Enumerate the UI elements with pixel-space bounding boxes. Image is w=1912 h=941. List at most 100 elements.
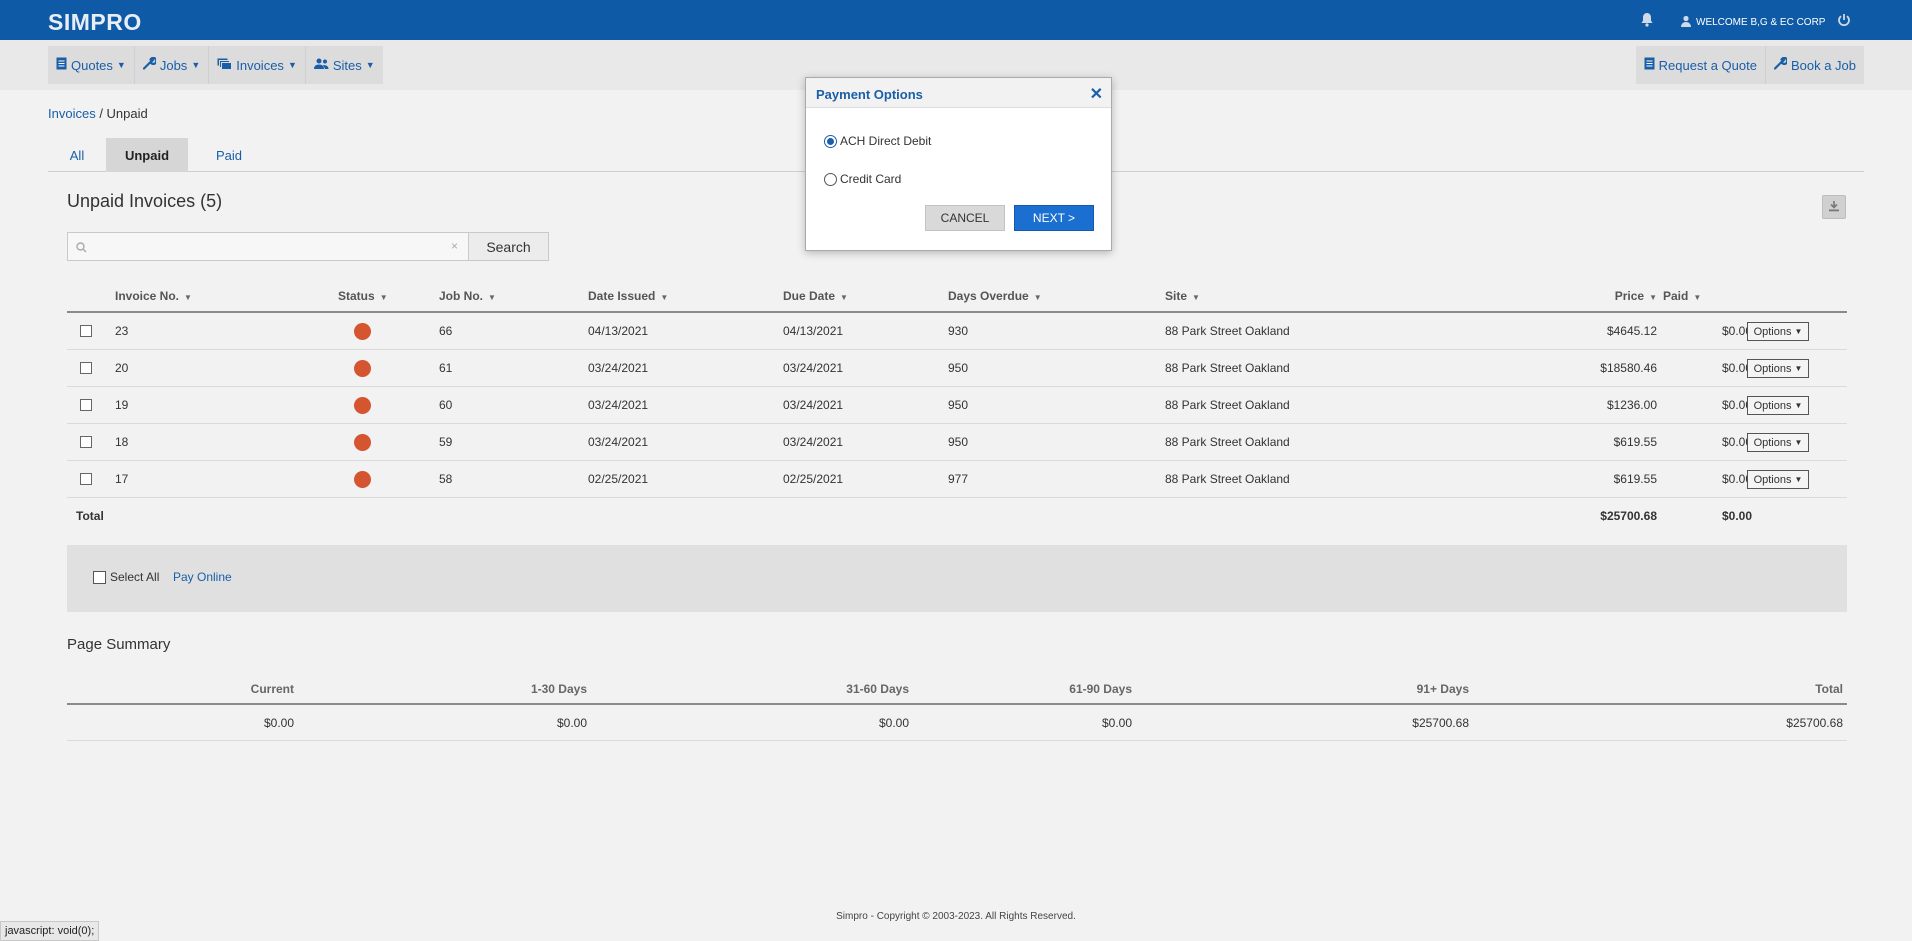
options-button[interactable]: Options ▼ (1747, 322, 1809, 341)
col-price-label: Price (1614, 289, 1645, 303)
paid: $0.00 (1721, 472, 1752, 486)
options-button[interactable]: Options ▼ (1747, 433, 1809, 452)
book-job-link[interactable]: Book a Job (1766, 46, 1864, 84)
row-checkbox[interactable] (80, 362, 92, 374)
col-job-no[interactable]: Job No. ▼ (439, 289, 496, 303)
search-icon (76, 241, 87, 256)
search-input[interactable] (94, 236, 434, 257)
options-button[interactable]: Options ▼ (1747, 470, 1809, 489)
nav-sites[interactable]: Sites ▼ (306, 46, 383, 84)
options-button[interactable]: Options ▼ (1747, 396, 1809, 415)
chevron-down-icon: ▼ (116, 60, 126, 70)
col-date-issued[interactable]: Date Issued ▼ (588, 289, 668, 303)
nav-invoices[interactable]: Invoices ▼ (209, 46, 306, 84)
radio-ach[interactable] (824, 134, 837, 148)
col-date-issued-label: Date Issued (588, 289, 656, 303)
request-quote-label: Request a Quote (1658, 57, 1757, 73)
row-checkbox[interactable] (80, 399, 92, 411)
price: $1236.00 (1606, 398, 1657, 412)
col-invoice-no[interactable]: Invoice No. ▼ (115, 289, 192, 303)
summary-row: $0.00 $0.00 $0.00 $0.00 $25700.68 $25700… (67, 705, 1847, 741)
summary-91plus: $25700.68 (1412, 716, 1469, 730)
invoice-no[interactable]: 18 (115, 435, 128, 449)
chevron-down-icon: ▼ (1794, 364, 1803, 373)
payment-options-dialog: Payment Options ✕ ACH Direct Debit Credi… (805, 77, 1112, 251)
tab-all[interactable]: All (48, 138, 106, 172)
welcome-user[interactable]: WELCOME B,G & EC CORP (1680, 15, 1825, 30)
invoice-no[interactable]: 19 (115, 398, 128, 412)
tab-unpaid[interactable]: Unpaid (106, 138, 188, 172)
col-paid[interactable]: Paid ▼ (1663, 289, 1701, 303)
close-icon[interactable]: ✕ (1090, 84, 1103, 104)
simpro-logo[interactable]: SIMPRO (48, 9, 142, 36)
total-label: Total (76, 509, 104, 523)
download-button[interactable] (1822, 195, 1846, 219)
clear-icon[interactable]: × (451, 239, 458, 253)
search-button[interactable]: Search (468, 232, 549, 261)
site: 88 Park Street Oakland (1165, 324, 1290, 338)
document-icon (1644, 57, 1655, 73)
status-indicator (354, 360, 371, 377)
option-credit-card-label[interactable]: Credit Card (840, 172, 901, 186)
price: $4645.12 (1606, 324, 1657, 338)
paid: $0.00 (1721, 435, 1752, 449)
option-credit-card[interactable]: Credit Card (824, 172, 901, 186)
chevron-down-icon: ▼ (1794, 401, 1803, 410)
money-icon (217, 58, 233, 73)
chevron-down-icon: ▼ (287, 60, 297, 70)
breadcrumb-invoices[interactable]: Invoices (48, 106, 96, 121)
nav-quotes[interactable]: Quotes ▼ (48, 46, 135, 84)
sort-icon: ▼ (1693, 293, 1702, 302)
sort-icon: ▼ (184, 293, 192, 302)
col-job-no-label: Job No. (439, 289, 483, 303)
pay-online-link[interactable]: Pay Online (173, 570, 232, 584)
breadcrumb-separator: / (95, 106, 107, 121)
option-ach-label[interactable]: ACH Direct Debit (840, 134, 931, 148)
date-issued: 02/25/2021 (588, 472, 649, 486)
invoice-no[interactable]: 20 (115, 361, 128, 375)
col-site-label: Site (1165, 289, 1188, 303)
days-overdue: 950 (948, 398, 969, 412)
sort-icon: ▼ (1033, 293, 1042, 302)
paid: $0.00 (1721, 361, 1752, 375)
days-overdue: 930 (948, 324, 969, 338)
users-icon (313, 58, 329, 73)
summary-61-90: $0.00 (1101, 716, 1132, 730)
request-quote-link[interactable]: Request a Quote (1636, 46, 1766, 84)
summary-col-current: Current (250, 682, 294, 696)
row-checkbox[interactable] (80, 436, 92, 448)
col-status-label: Status (338, 289, 375, 303)
nav-jobs[interactable]: Jobs ▼ (135, 46, 210, 84)
summary-current: $0.00 (263, 716, 294, 730)
option-ach[interactable]: ACH Direct Debit (824, 134, 931, 148)
options-button[interactable]: Options ▼ (1747, 359, 1809, 378)
download-icon (1828, 200, 1840, 215)
days-overdue: 977 (948, 472, 969, 486)
bell-icon[interactable] (1640, 12, 1654, 30)
chevron-down-icon: ▼ (1794, 327, 1803, 336)
invoice-no[interactable]: 23 (115, 324, 128, 338)
paid: $0.00 (1721, 398, 1752, 412)
col-site[interactable]: Site ▼ (1165, 289, 1200, 303)
power-icon[interactable] (1837, 13, 1851, 30)
status-indicator (354, 434, 371, 451)
col-price[interactable]: Price ▼ (1547, 289, 1657, 303)
row-checkbox[interactable] (80, 325, 92, 337)
select-all-label[interactable]: Select All (110, 570, 159, 584)
nav-left: Quotes ▼ Jobs ▼ Invoices ▼ Sites ▼ (48, 46, 383, 84)
nav-quotes-label: Quotes (71, 57, 113, 73)
total-price: $25700.68 (1600, 509, 1657, 523)
summary-total: $25700.68 (1786, 716, 1843, 730)
col-due-date[interactable]: Due Date ▼ (783, 289, 848, 303)
col-days-overdue[interactable]: Days Overdue ▼ (948, 289, 1042, 303)
radio-credit-card[interactable] (824, 172, 837, 186)
col-due-date-label: Due Date (783, 289, 836, 303)
cancel-button[interactable]: CANCEL (925, 205, 1005, 231)
next-button[interactable]: NEXT > (1014, 205, 1094, 231)
tab-paid[interactable]: Paid (188, 138, 270, 172)
invoice-no[interactable]: 17 (115, 472, 128, 486)
col-status[interactable]: Status ▼ (338, 289, 388, 303)
select-all-checkbox[interactable] (93, 571, 106, 584)
row-checkbox[interactable] (80, 473, 92, 485)
table-row: 19 60 03/24/2021 03/24/2021 950 88 Park Stree… (67, 387, 1847, 424)
